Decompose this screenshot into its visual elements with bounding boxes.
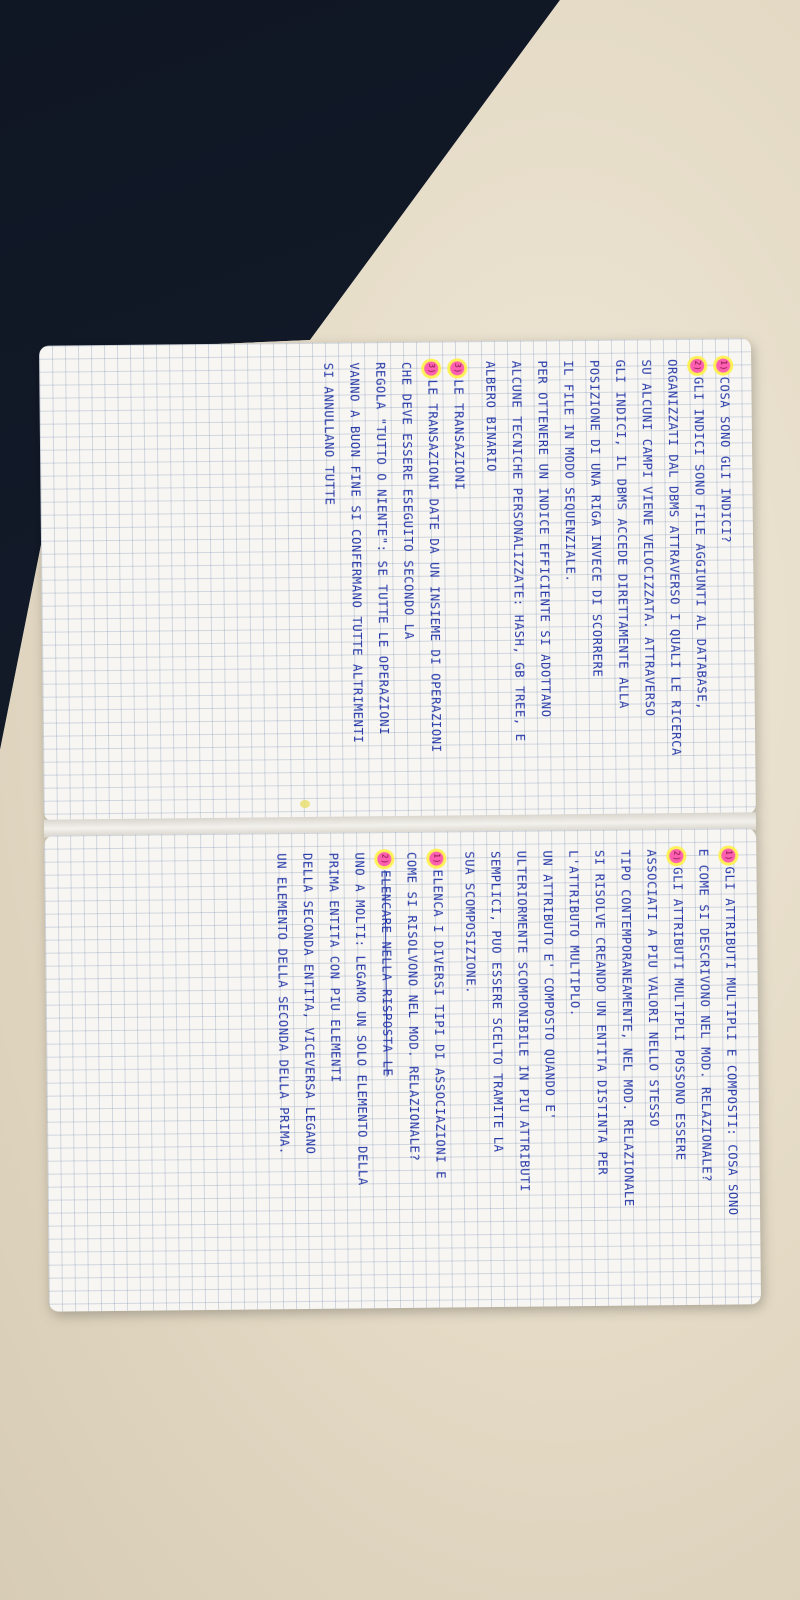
handwritten-line: L'ATTRIBUTO MULTIPLO.	[560, 850, 591, 1288]
line-text: ULTERIORMENTE SCOMPONIBILE IN PIU ATTRIB…	[514, 850, 532, 1193]
top-page-notes: 1) COSA SONO GLI INDICI? 2) GLI INDICI SONO…	[39, 338, 756, 821]
handwritten-line: 3) LE TRANSAZIONI DATE DA UN INSIEME DI O…	[419, 361, 450, 800]
highlight-marker: 3)	[450, 361, 465, 376]
handwritten-line: VANNO A BUON FINE SI CONFERMANO TUTTE AL…	[341, 362, 372, 800]
line-text: GLI INDICI, IL DBMS ACCEDE DIRETTAMENTE …	[613, 359, 631, 709]
line-text: GLI ATTRIBUTI MULTIPLI POSSONO ESSERE	[670, 867, 688, 1161]
line-text: DELLA SECONDA ENTITA, VICEVERSA LEGANO	[300, 852, 318, 1155]
line-text: VANNO A BUON FINE SI CONFERMANO TUTTE AL…	[347, 362, 366, 744]
bottom-page-notes: 1) GLI ATTRIBUTI MULTIPLI E COMPOSTI: COS…	[44, 828, 761, 1311]
line-text: LE TRANSAZIONI	[451, 379, 467, 491]
line-text: GLI INDICI SONO FILE AGGIUNTI AL DATABAS…	[691, 376, 709, 711]
open-notebook: 1) COSA SONO GLI INDICI? 2) GLI INDICI SONO…	[38, 338, 762, 1313]
highlight-marker: 2)	[377, 852, 392, 867]
handwritten-line: GLI INDICI, IL DBMS ACCEDE DIRETTAMENTE …	[607, 360, 638, 798]
line-text: UN ATTRIBUTO E' COMPOSTO QUANDO E'	[540, 850, 558, 1121]
line-text: ALCUNE TECNICHE PERSONALIZZATE: HASH, GB…	[509, 360, 528, 742]
line-text: ELENCARE NELLA RISPOSTA LE	[378, 870, 395, 1077]
line-text: COME SI RISOLVONO NEL MOD. RELAZIONALE?	[404, 851, 422, 1162]
handwritten-line: 3) LE TRANSAZIONI	[445, 361, 476, 799]
line-text: IL FILE IN MODO SEQUENZIALE.	[561, 360, 578, 583]
highlight-marker: 1)	[716, 358, 731, 373]
line-text: SUA SCOMPOSIZIONE.	[462, 851, 478, 995]
handwritten-line: 2) ELENCARE NELLA RISPOSTA LE	[372, 852, 403, 1290]
handwritten-line: ALBERO BINARIO	[477, 361, 508, 799]
line-text: ASSOCIATI A PIU VALORI NELLO STESSO	[644, 849, 662, 1128]
line-text: PRIMA ENTITA CON PIU ELEMENTI	[326, 852, 343, 1083]
highlight-marker: 2)	[669, 849, 684, 864]
handwritten-line: SEMPLICI, PUO ESSERE SCELTO TRAMITE LA	[482, 851, 513, 1289]
highlight-marker: 1)	[721, 848, 736, 863]
handwritten-line: PRIMA ENTITA CON PIU ELEMENTI	[320, 853, 351, 1291]
line-text: UN ELEMENTO DELLA SECONDA DELLA PRIMA.	[274, 853, 292, 1155]
handwritten-line: SI ANNULLANO TUTTE	[315, 363, 346, 801]
line-text: PER OTTENERE UN INDICE EFFICIENTE SI ADO…	[535, 360, 553, 718]
handwritten-line: REGOLA "TUTTO O NIENTE": SE TUTTE LE OPE…	[367, 362, 398, 800]
handwritten-line: ORGANIZZATI DAL DBMS ATTRAVERSO I QUALI …	[659, 359, 690, 797]
handwritten-line: 2) GLI ATTRIBUTI MULTIPLI POSSONO ESSERE	[664, 849, 695, 1287]
photo-scene: 1) COSA SONO GLI INDICI? 2) GLI INDICI SONO…	[0, 0, 800, 1600]
handwritten-line: DELLA SECONDA ENTITA, VICEVERSA LEGANO	[294, 853, 325, 1291]
notebook-page-top: 1) COSA SONO GLI INDICI? 2) GLI INDICI SONO…	[38, 338, 756, 822]
line-text: POSIZIONE DI UNA RIGA INVECE DI SCORRERE	[587, 359, 605, 678]
handwritten-line: SI RISOLVE CREANDO UN ENTITA DISTINTA PE…	[586, 850, 617, 1288]
handwritten-line: 1) GLI ATTRIBUTI MULTIPLI E COMPOSTI: COS…	[716, 848, 747, 1286]
handwritten-line: 2) GLI INDICI SONO FILE AGGIUNTI AL DATAB…	[685, 358, 716, 797]
handwritten-line: 1) ELENCA I DIVERSI TIPI DI ASSOCIAZIONI …	[424, 851, 455, 1289]
handwritten-line: IL FILE IN MODO SEQUENZIALE.	[555, 360, 586, 798]
highlighter-spot	[300, 800, 310, 808]
handwritten-line: POSIZIONE DI UNA RIGA INVECE DI SCORRERE	[581, 360, 612, 798]
handwritten-line: CHE DEVE ESSERE ESEGUITO SECONDO LA	[393, 362, 424, 800]
line-text: REGOLA "TUTTO O NIENTE": SE TUTTE LE OPE…	[373, 362, 392, 736]
line-text: SI RISOLVE CREANDO UN ENTITA DISTINTA PE…	[592, 849, 610, 1176]
handwritten-line: ALCUNE TECNICHE PERSONALIZZATE: HASH, GB…	[503, 361, 534, 799]
handwritten-line: ULTERIORMENTE SCOMPONIBILE IN PIU ATTRIB…	[508, 851, 539, 1289]
line-text: UNO A MOLTI: LEGAMO UN SOLO ELEMENTO DEL…	[352, 852, 370, 1186]
line-text: L'ATTRIBUTO MULTIPLO.	[566, 850, 583, 1017]
notebook-page-bottom: 1) GLI ATTRIBUTI MULTIPLI E COMPOSTI: COS…	[44, 828, 762, 1312]
line-text: ELENCA I DIVERSI TIPI DI ASSOCIAZIONI E	[430, 869, 448, 1180]
handwritten-line: E COME SI DESCRIVONO NEL MOD. RELAZIONAL…	[690, 849, 721, 1287]
handwritten-line: UN ELEMENTO DELLA SECONDA DELLA PRIMA.	[268, 853, 299, 1291]
handwritten-line: PER OTTENERE UN INDICE EFFICIENTE SI ADO…	[529, 360, 560, 798]
line-text: GLI ATTRIBUTI MULTIPLI E COMPOSTI: COSA …	[722, 866, 741, 1216]
line-text: CHE DEVE ESSERE ESEGUITO SECONDO LA	[399, 361, 417, 640]
line-text: TIPO CONTEMPORANEAMENTE, NEL MOD. RELAZI…	[618, 849, 636, 1207]
handwritten-line: TIPO CONTEMPORANEAMENTE, NEL MOD. RELAZI…	[612, 850, 643, 1288]
highlight-marker: 1)	[429, 851, 444, 866]
highlight-marker: 3)	[424, 361, 439, 376]
line-text: E COME SI DESCRIVONO NEL MOD. RELAZIONAL…	[696, 848, 714, 1183]
line-text: SU ALCUNI CAMPI VIENE VELOCIZZATA. ATTRA…	[639, 359, 657, 717]
line-text: ALBERO BINARIO	[483, 360, 499, 473]
handwritten-line: UN ATTRIBUTO E' COMPOSTO QUANDO E'	[534, 850, 565, 1288]
line-text: SI ANNULLANO TUTTE	[321, 362, 337, 506]
handwritten-line: COME SI RISOLVONO NEL MOD. RELAZIONALE?	[398, 852, 429, 1290]
handwritten-line: UNO A MOLTI: LEGAMO UN SOLO ELEMENTO DEL…	[346, 852, 377, 1290]
line-text: LE TRANSAZIONI DATE DA UN INSIEME DI OPE…	[425, 379, 444, 753]
line-text: ORGANIZZATI DAL DBMS ATTRAVERSO I QUALI …	[665, 359, 684, 757]
handwritten-line: SU ALCUNI CAMPI VIENE VELOCIZZATA. ATTRA…	[633, 359, 664, 797]
handwritten-line: 1) COSA SONO GLI INDICI?	[711, 358, 742, 796]
line-text: SEMPLICI, PUO ESSERE SCELTO TRAMITE LA	[488, 850, 506, 1153]
highlight-marker: 2)	[690, 358, 705, 373]
line-text: COSA SONO GLI INDICI?	[717, 376, 734, 544]
handwritten-line: SUA SCOMPOSIZIONE.	[456, 851, 487, 1289]
handwritten-line: ASSOCIATI A PIU VALORI NELLO STESSO	[638, 849, 669, 1287]
